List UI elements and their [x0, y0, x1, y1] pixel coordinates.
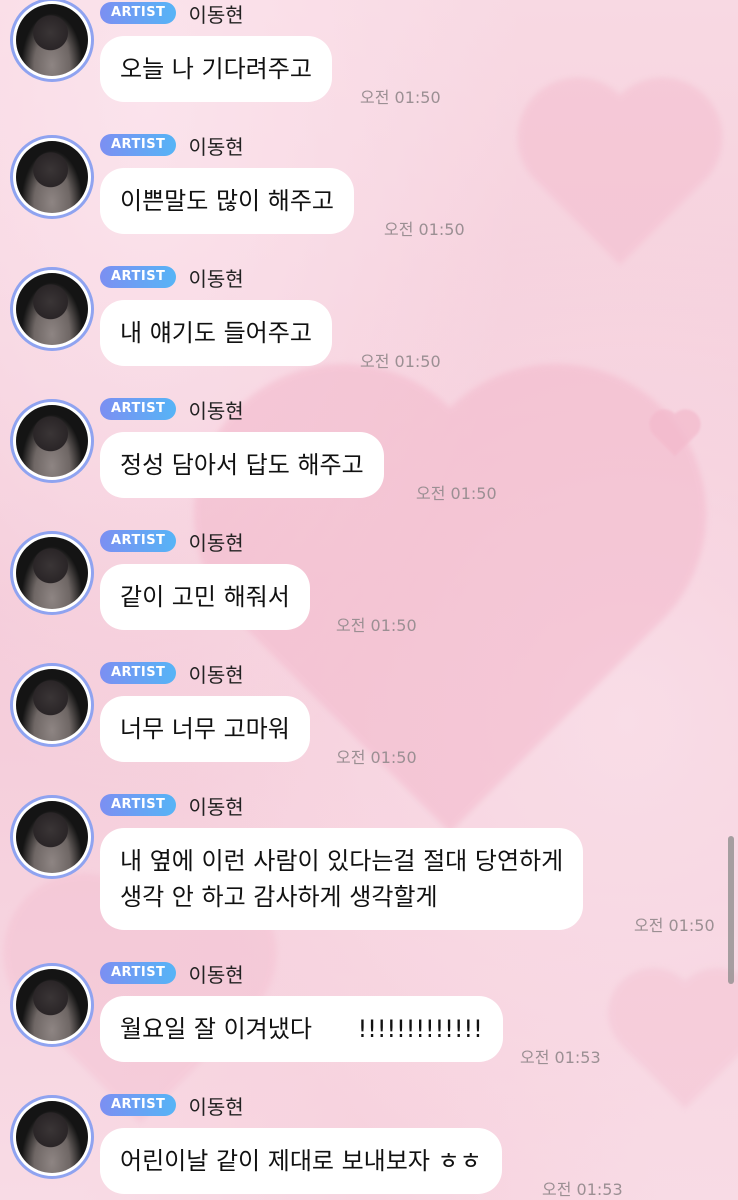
message-time: 오전 01:50 — [360, 88, 441, 107]
message-bubble[interactable]: 내 옆에 이런 사람이 있다는걸 절대 당연하게 생각 안 하고 감사하게 생각… — [100, 828, 584, 930]
avatar-image — [16, 1101, 88, 1173]
sender-name: 이동현 — [188, 134, 244, 159]
avatar-image — [16, 669, 88, 741]
artist-badge: ARTIST — [100, 398, 177, 420]
avatar-image — [16, 537, 88, 609]
avatar-image — [16, 273, 88, 345]
avatar-image — [16, 405, 88, 477]
sender-name: 이동현 — [188, 530, 244, 555]
message-bubble[interactable]: 오늘 나 기다려주고 — [100, 36, 332, 102]
avatar[interactable] — [10, 267, 94, 351]
message-header: ARTIST 이동현 — [100, 660, 244, 687]
chat-message-list[interactable]: ARTIST 이동현 오늘 나 기다려주고 오전 01:50 ARTIST 이동… — [0, 0, 738, 1200]
message-header: ARTIST 이동현 — [100, 528, 244, 555]
artist-badge: ARTIST — [100, 962, 177, 984]
message-time: 오전 01:53 — [542, 1180, 623, 1199]
sender-name: 이동현 — [188, 794, 244, 819]
sender-name: 이동현 — [188, 962, 244, 987]
message-line: 생각 안 하고 감사하게 생각할게 — [120, 883, 438, 911]
avatar[interactable] — [10, 531, 94, 615]
message-header: ARTIST 이동현 — [100, 396, 244, 423]
artist-badge: ARTIST — [100, 134, 177, 156]
sender-name: 이동현 — [188, 398, 244, 423]
message-bubble[interactable]: 이쁜말도 많이 해주고 — [100, 168, 354, 234]
message-bubble[interactable]: 너무 너무 고마워 — [100, 696, 310, 762]
artist-badge: ARTIST — [100, 266, 177, 288]
message-header: ARTIST 이동현 — [100, 1092, 244, 1119]
artist-badge: ARTIST — [100, 530, 177, 552]
avatar-image — [16, 141, 88, 213]
artist-badge: ARTIST — [100, 794, 177, 816]
message-header: ARTIST 이동현 — [100, 960, 244, 987]
artist-badge: ARTIST — [100, 2, 177, 24]
avatar[interactable] — [10, 963, 94, 1047]
avatar-image — [16, 801, 88, 873]
message-time: 오전 01:50 — [634, 916, 715, 935]
message-bubble[interactable]: 내 얘기도 들어주고 — [100, 300, 332, 366]
message-time: 오전 01:50 — [384, 220, 465, 239]
avatar[interactable] — [10, 795, 94, 879]
avatar[interactable] — [10, 0, 94, 82]
message-time: 오전 01:50 — [416, 484, 497, 503]
message-time: 오전 01:50 — [336, 748, 417, 767]
avatar[interactable] — [10, 663, 94, 747]
message-bubble[interactable]: 어린이날 같이 제대로 보내보자 ㅎㅎ — [100, 1128, 502, 1194]
message-header: ARTIST 이동현 — [100, 132, 244, 159]
avatar-image — [16, 969, 88, 1041]
artist-badge: ARTIST — [100, 1094, 177, 1116]
message-time: 오전 01:50 — [336, 616, 417, 635]
message-time: 오전 01:53 — [520, 1048, 601, 1067]
message-bubble[interactable]: 같이 고민 해줘서 — [100, 564, 310, 630]
avatar[interactable] — [10, 399, 94, 483]
message-bubble[interactable]: 월요일 잘 이겨냈다 !!!!!!!!!!!!! — [100, 996, 503, 1062]
avatar[interactable] — [10, 135, 94, 219]
message-header: ARTIST 이동현 — [100, 792, 244, 819]
avatar[interactable] — [10, 1095, 94, 1179]
sender-name: 이동현 — [188, 266, 244, 291]
artist-badge: ARTIST — [100, 662, 177, 684]
sender-name: 이동현 — [188, 2, 244, 27]
message-header: ARTIST 이동현 — [100, 264, 244, 291]
message-line: 내 옆에 이런 사람이 있다는걸 절대 당연하게 — [120, 847, 564, 875]
avatar-image — [16, 4, 88, 76]
message-time: 오전 01:50 — [360, 352, 441, 371]
sender-name: 이동현 — [188, 1094, 244, 1119]
sender-name: 이동현 — [188, 662, 244, 687]
message-bubble[interactable]: 정성 담아서 답도 해주고 — [100, 432, 384, 498]
scrollbar[interactable] — [728, 836, 734, 984]
message-header: ARTIST 이동현 — [100, 0, 244, 27]
